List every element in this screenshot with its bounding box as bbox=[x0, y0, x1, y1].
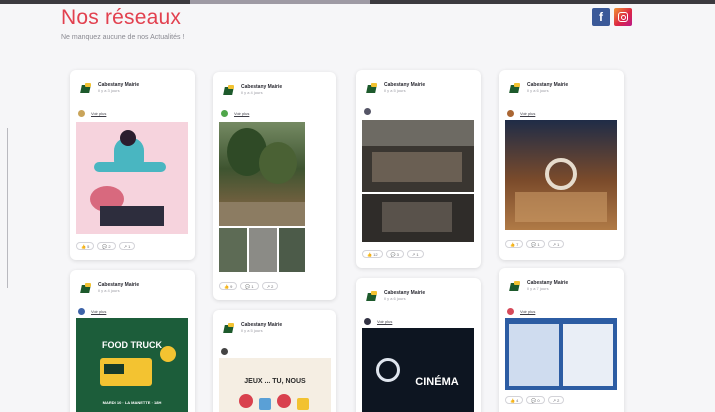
instagram-icon[interactable] bbox=[614, 8, 632, 26]
see-more-link[interactable]: Voir plus bbox=[377, 319, 392, 324]
like-count[interactable]: 👍 5 bbox=[76, 242, 95, 250]
page-title: Nos réseaux bbox=[61, 6, 182, 29]
reaction-bar: 👍 12 💬 3 ↗ 1 bbox=[362, 250, 424, 258]
share-count[interactable]: ↗ 2 bbox=[547, 396, 565, 404]
comment-count[interactable]: 💬 0 bbox=[526, 396, 545, 404]
like-count[interactable]: 👍 4 bbox=[505, 396, 524, 404]
post-emoji-icon bbox=[507, 110, 514, 117]
avatar bbox=[223, 84, 235, 96]
post-image[interactable]: JEUX ... TU, NOUS bbox=[219, 358, 331, 412]
post-date: Il y a 3 jours bbox=[98, 88, 120, 93]
post-emoji-icon bbox=[221, 348, 228, 355]
avatar bbox=[509, 82, 521, 94]
post-caption: Voir plus bbox=[507, 308, 535, 315]
post-image[interactable] bbox=[76, 122, 188, 234]
post-header: Cabestany Mairie Il y a 5 jours bbox=[366, 82, 425, 94]
jeux-title: JEUX ... TU, NOUS bbox=[244, 378, 306, 385]
post-card[interactable]: Cabestany Mairie Il y a 7 jours Voir plu… bbox=[499, 268, 624, 412]
facebook-icon[interactable]: f bbox=[592, 8, 610, 26]
avatar bbox=[80, 82, 92, 94]
reaction-bar: 👍 7 💬 1 ↗ 1 bbox=[505, 240, 565, 248]
post-header: Cabestany Mairie Il y a 4 jours bbox=[223, 84, 282, 96]
post-emoji-icon bbox=[364, 108, 371, 115]
comment-count[interactable]: 💬 1 bbox=[526, 240, 545, 248]
see-more-link[interactable]: Voir plus bbox=[520, 309, 535, 314]
avatar bbox=[80, 282, 92, 294]
comment-count[interactable]: 💬 1 bbox=[240, 282, 259, 290]
post-card[interactable]: Cabestany Mairie Il y a 4 jours Voir plu… bbox=[70, 270, 195, 412]
see-more-link[interactable]: Voir plus bbox=[91, 309, 106, 314]
avatar bbox=[366, 290, 378, 302]
post-header: Cabestany Mairie Il y a 4 jours bbox=[80, 282, 139, 294]
post-header: Cabestany Mairie Il y a 3 jours bbox=[80, 82, 139, 94]
post-card[interactable]: Cabestany Mairie Il y a 6 jours Voir plu… bbox=[356, 278, 481, 412]
post-caption: Voir plus bbox=[78, 110, 106, 117]
share-count[interactable]: ↗ 1 bbox=[406, 250, 424, 258]
post-emoji-icon bbox=[78, 308, 85, 315]
top-photo-strip-gap bbox=[190, 0, 370, 4]
share-count[interactable]: ↗ 1 bbox=[547, 240, 565, 248]
post-card[interactable]: Cabestany Mairie Il y a 5 jours JEUX ...… bbox=[213, 310, 336, 412]
top-photo-strip bbox=[0, 0, 715, 4]
post-date: Il y a 5 jours bbox=[241, 328, 263, 333]
left-edge-line bbox=[7, 128, 8, 288]
post-emoji-icon bbox=[221, 110, 228, 117]
like-count[interactable]: 👍 7 bbox=[505, 240, 524, 248]
post-card[interactable]: Cabestany Mairie Il y a 6 jours Voir plu… bbox=[499, 70, 624, 260]
cinema-title: CINÉMA bbox=[415, 376, 459, 388]
post-image-thumb[interactable] bbox=[219, 228, 247, 272]
post-date: Il y a 4 jours bbox=[98, 288, 120, 293]
post-image[interactable]: FOOD TRUCK MARDI 10 · LA MANETTE · 18H bbox=[76, 318, 188, 412]
food-truck-subtitle: MARDI 10 · LA MANETTE · 18H bbox=[102, 400, 162, 405]
reaction-bar: 👍 4 💬 0 ↗ 2 bbox=[505, 396, 565, 404]
post-emoji-icon bbox=[364, 318, 371, 325]
post-card[interactable]: Cabestany Mairie Il y a 3 jours Voir plu… bbox=[70, 70, 195, 260]
post-caption: Voir plus bbox=[507, 110, 535, 117]
like-count[interactable]: 👍 12 bbox=[362, 250, 383, 258]
reaction-bar: 👍 9 💬 1 ↗ 2 bbox=[219, 282, 279, 290]
comment-count[interactable]: 💬 2 bbox=[97, 242, 116, 250]
post-image[interactable] bbox=[505, 318, 617, 390]
post-image[interactable] bbox=[505, 120, 617, 230]
like-count[interactable]: 👍 9 bbox=[219, 282, 238, 290]
see-more-link[interactable]: Voir plus bbox=[234, 111, 249, 116]
avatar bbox=[366, 82, 378, 94]
post-date: Il y a 6 jours bbox=[384, 296, 406, 301]
post-caption bbox=[364, 108, 377, 115]
post-header: Cabestany Mairie Il y a 5 jours bbox=[223, 322, 282, 334]
post-header: Cabestany Mairie Il y a 7 jours bbox=[509, 280, 568, 292]
post-emoji-icon bbox=[507, 308, 514, 315]
post-card[interactable]: Cabestany Mairie Il y a 5 jours 👍 12 💬 3… bbox=[356, 70, 481, 268]
avatar bbox=[509, 280, 521, 292]
post-image-thumb[interactable] bbox=[279, 228, 305, 272]
post-caption: Voir plus bbox=[364, 318, 392, 325]
post-card[interactable]: Cabestany Mairie Il y a 4 jours Voir plu… bbox=[213, 72, 336, 300]
post-date: Il y a 4 jours bbox=[241, 90, 263, 95]
post-date: Il y a 6 jours bbox=[527, 88, 549, 93]
post-emoji-icon bbox=[78, 110, 85, 117]
post-header: Cabestany Mairie Il y a 6 jours bbox=[509, 82, 568, 94]
post-image[interactable] bbox=[219, 122, 305, 226]
post-date: Il y a 7 jours bbox=[527, 286, 549, 291]
comment-count[interactable]: 💬 3 bbox=[385, 250, 404, 258]
share-count[interactable]: ↗ 1 bbox=[118, 242, 136, 250]
reaction-bar: 👍 5 💬 2 ↗ 1 bbox=[76, 242, 136, 250]
post-image-thumb[interactable] bbox=[249, 228, 277, 272]
post-caption bbox=[221, 348, 228, 355]
page-subtitle: Ne manquez aucune de nos Actualités ! bbox=[61, 34, 185, 41]
post-header: Cabestany Mairie Il y a 6 jours bbox=[366, 290, 425, 302]
post-image[interactable]: CINÉMA bbox=[362, 328, 474, 412]
avatar bbox=[223, 322, 235, 334]
post-image[interactable] bbox=[362, 194, 474, 242]
see-more-link[interactable]: Voir plus bbox=[520, 111, 535, 116]
see-more-link[interactable]: Voir plus bbox=[91, 111, 106, 116]
post-caption: Voir plus bbox=[221, 110, 249, 117]
post-date: Il y a 5 jours bbox=[384, 88, 406, 93]
post-caption: Voir plus bbox=[78, 308, 106, 315]
post-image[interactable] bbox=[362, 120, 474, 192]
share-count[interactable]: ↗ 2 bbox=[261, 282, 279, 290]
